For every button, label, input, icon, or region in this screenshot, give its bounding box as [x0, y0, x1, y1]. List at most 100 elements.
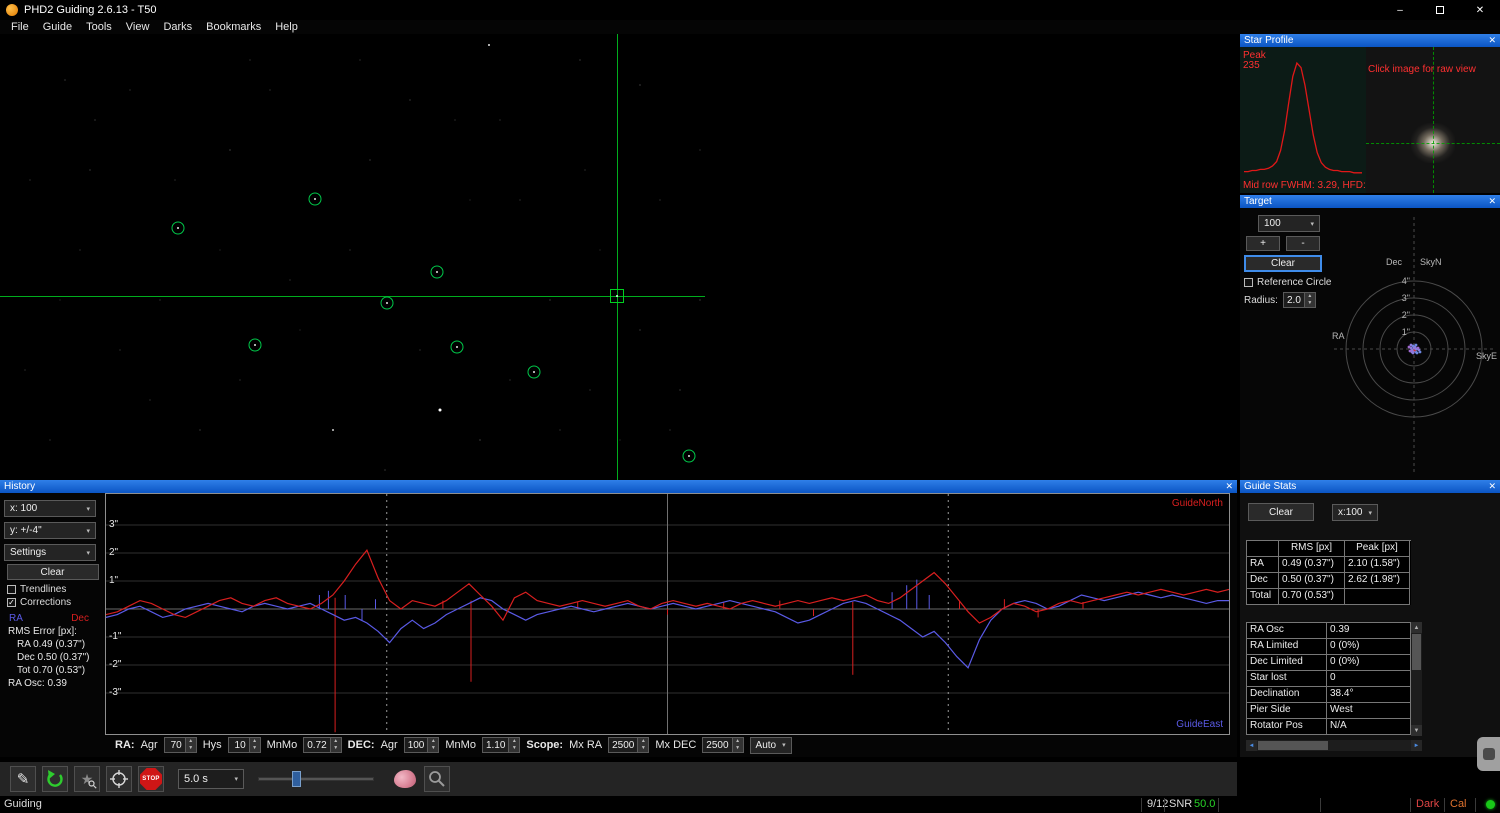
- star: [509, 379, 511, 381]
- star-profile-titlebar[interactable]: Star Profile ✕: [1240, 34, 1500, 47]
- dropdown-value: Settings: [10, 547, 47, 558]
- spin-buttons[interactable]: ▲ ▼: [427, 738, 439, 752]
- spin-down-icon[interactable]: ▼: [638, 745, 649, 752]
- zoom-out-button[interactable]: -: [1286, 236, 1320, 251]
- reference-circle-checkbox[interactable]: Reference Circle: [1244, 277, 1331, 288]
- stats-horizontal-scrollbar[interactable]: ◄ ►: [1246, 740, 1422, 751]
- gamma-slider[interactable]: [258, 766, 374, 792]
- spin-buttons[interactable]: ▲ ▼: [637, 738, 649, 752]
- close-icon[interactable]: ✕: [1488, 35, 1496, 46]
- close-icon[interactable]: ✕: [1225, 481, 1233, 492]
- advanced-settings-button[interactable]: [392, 766, 418, 792]
- spin-down-icon[interactable]: ▼: [1304, 300, 1315, 307]
- spin-buttons[interactable]: ▲ ▼: [1303, 293, 1315, 307]
- spin-buttons[interactable]: ▲ ▼: [248, 738, 260, 752]
- star-profile-panel: Star Profile ✕ Peak 235 Mid row FWHM: 3.…: [1240, 34, 1500, 193]
- spin-up-icon[interactable]: ▲: [330, 738, 341, 745]
- scroll-right-icon[interactable]: ►: [1411, 740, 1422, 751]
- window-title: PHD2 Guiding 2.6.13 - T50: [24, 4, 157, 16]
- guide-stats-titlebar[interactable]: Guide Stats ✕: [1240, 480, 1500, 493]
- target-clear-button[interactable]: Clear: [1244, 255, 1322, 272]
- star: [616, 295, 618, 297]
- stats-cell: Total: [1247, 589, 1279, 605]
- scroll-up-icon[interactable]: ▲: [1411, 622, 1422, 633]
- exposure-dropdown[interactable]: 5.0 s ▾: [178, 769, 244, 789]
- camera-settings-button[interactable]: [424, 766, 450, 792]
- menu-item-help[interactable]: Help: [268, 21, 305, 33]
- close-icon[interactable]: ✕: [1488, 196, 1496, 207]
- menu-item-darks[interactable]: Darks: [156, 21, 199, 33]
- scrollbar-thumb[interactable]: [1258, 741, 1328, 750]
- dec-guide-mode-dropdown[interactable]: Auto ▾: [749, 736, 792, 754]
- star-closeup-image[interactable]: Click image for raw view: [1366, 47, 1500, 193]
- menu-item-file[interactable]: File: [4, 21, 36, 33]
- maximize-button[interactable]: [1420, 0, 1460, 20]
- checkbox-icon: [1244, 278, 1253, 287]
- radius-spinner[interactable]: 2.0 ▲ ▼: [1282, 292, 1316, 308]
- spin-up-icon[interactable]: ▲: [1304, 293, 1315, 300]
- ra-rms-readout: RA 0.49 (0.37"): [17, 639, 86, 650]
- ra-mnmo-spinner[interactable]: 0.72 ▲ ▼: [303, 737, 342, 753]
- spin-buttons[interactable]: ▲ ▼: [329, 738, 341, 752]
- connect-equipment-button[interactable]: ✎: [10, 766, 36, 792]
- target-zoom-dropdown[interactable]: 100 ▾: [1258, 215, 1320, 232]
- snr-label: SNR: [1169, 798, 1193, 810]
- corrections-checkbox[interactable]: ✓ Corrections: [7, 597, 101, 608]
- stats-clear-button[interactable]: Clear: [1248, 503, 1314, 521]
- menu-item-guide[interactable]: Guide: [36, 21, 79, 33]
- history-settings-dropdown[interactable]: Settings ▾: [4, 544, 96, 561]
- close-button[interactable]: ✕: [1460, 0, 1500, 20]
- scrollbar-thumb[interactable]: [1412, 634, 1421, 670]
- spin-up-icon[interactable]: ▲: [638, 738, 649, 745]
- star: [29, 179, 31, 181]
- spin-up-icon[interactable]: ▲: [428, 738, 439, 745]
- history-y-scale-dropdown[interactable]: y: +/-4" ▾: [4, 522, 96, 539]
- mx-ra-spinner[interactable]: 2500 ▲ ▼: [608, 737, 650, 753]
- loop-exposures-button[interactable]: [42, 766, 68, 792]
- history-x-scale-dropdown[interactable]: x: 100 ▾: [4, 500, 96, 517]
- menu-item-tools[interactable]: Tools: [79, 21, 119, 33]
- close-icon[interactable]: ✕: [1488, 481, 1496, 492]
- status-separator: [1410, 798, 1411, 812]
- starfield[interactable]: [0, 34, 1237, 480]
- stats-scale-dropdown[interactable]: x:100 ▾: [1332, 504, 1378, 521]
- stop-button[interactable]: STOP: [138, 766, 164, 792]
- magnifier-icon: [88, 780, 97, 789]
- zoom-in-button[interactable]: +: [1246, 236, 1280, 251]
- menu-item-bookmarks[interactable]: Bookmarks: [199, 21, 268, 33]
- spin-up-icon[interactable]: ▲: [732, 738, 743, 745]
- spin-down-icon[interactable]: ▼: [249, 745, 260, 752]
- history-titlebar[interactable]: History ✕: [0, 480, 1237, 493]
- ra-hys-spinner[interactable]: 10 ▲ ▼: [227, 737, 261, 753]
- guide-button[interactable]: [106, 766, 132, 792]
- history-clear-button[interactable]: Clear: [6, 564, 99, 580]
- star: [488, 44, 490, 46]
- dec-mnmo-spinner[interactable]: 1.10 ▲ ▼: [481, 737, 521, 753]
- floating-panel-handle[interactable]: [1477, 737, 1500, 771]
- ra-agr-spinner[interactable]: 70 ▲ ▼: [163, 737, 197, 753]
- slider-handle[interactable]: [292, 771, 301, 787]
- spin-down-icon[interactable]: ▼: [732, 745, 743, 752]
- stats-vertical-scrollbar[interactable]: ▲ ▼: [1411, 622, 1422, 736]
- dec-agr-spinner[interactable]: 100 ▲ ▼: [403, 737, 440, 753]
- trendlines-checkbox[interactable]: Trendlines: [7, 584, 101, 595]
- spin-up-icon[interactable]: ▲: [249, 738, 260, 745]
- spin-down-icon[interactable]: ▼: [330, 745, 341, 752]
- spin-up-icon[interactable]: ▲: [185, 738, 196, 745]
- spin-buttons[interactable]: ▲ ▼: [508, 738, 520, 752]
- dec-axis-label: Dec: [1386, 257, 1403, 267]
- scroll-left-icon[interactable]: ◄: [1246, 740, 1257, 751]
- spin-buttons[interactable]: ▲ ▼: [184, 738, 196, 752]
- spin-up-icon[interactable]: ▲: [509, 738, 520, 745]
- scroll-down-icon[interactable]: ▼: [1411, 725, 1422, 736]
- auto-select-star-button[interactable]: ★: [74, 766, 100, 792]
- connection-led: [1486, 800, 1495, 809]
- spin-down-icon[interactable]: ▼: [509, 745, 520, 752]
- spin-buttons[interactable]: ▲ ▼: [731, 738, 743, 752]
- spin-down-icon[interactable]: ▼: [185, 745, 196, 752]
- minimize-button[interactable]: –: [1380, 0, 1420, 20]
- mx-dec-spinner[interactable]: 2500 ▲ ▼: [702, 737, 744, 753]
- menu-item-view[interactable]: View: [119, 21, 157, 33]
- spin-down-icon[interactable]: ▼: [428, 745, 439, 752]
- spin-value: 2500: [612, 739, 635, 751]
